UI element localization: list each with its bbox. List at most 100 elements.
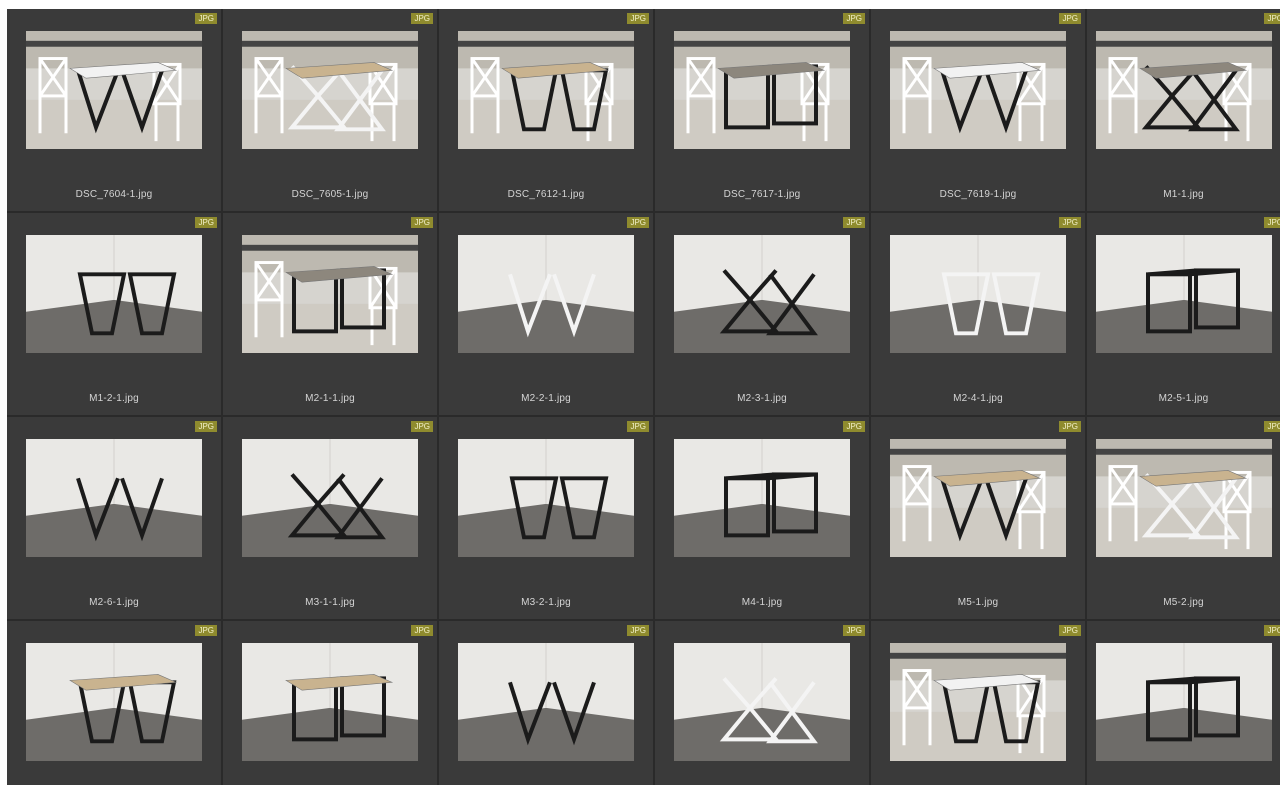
table-photo <box>1095 31 1272 149</box>
file-type-badge: JPG <box>195 13 217 24</box>
thumbnail-image <box>458 439 634 557</box>
file-type-badge: JPG <box>1059 421 1081 432</box>
thumbnail-tile[interactable]: JPG DSC_7612-1.jpg <box>439 9 653 211</box>
file-type-badge: JPG <box>627 13 649 24</box>
thumbnail-image <box>242 31 418 149</box>
thumbnail-tile[interactable]: JPG <box>439 621 653 785</box>
file-name-label: M2-4-1.jpg <box>953 393 1003 404</box>
thumbnail-image <box>674 643 850 761</box>
file-type-badge: JPG <box>411 421 433 432</box>
thumbnail-image <box>1095 439 1272 557</box>
thumbnail-image <box>458 31 634 149</box>
thumbnail-tile[interactable]: JPG <box>223 621 437 785</box>
thumbnail-tile[interactable]: JPG DSC_7617-1.jpg <box>655 9 869 211</box>
thumbnail-image <box>1095 31 1272 149</box>
table-photo <box>242 31 418 149</box>
file-name-label: DSC_7605-1.jpg <box>291 189 369 200</box>
table-photo <box>890 235 1066 353</box>
thumbnail-tile[interactable]: JPG DSC_7619-1.jpg <box>871 9 1085 211</box>
file-type-badge: JPG <box>411 217 433 228</box>
table-photo <box>890 643 1066 761</box>
thumbnail-image <box>674 31 850 149</box>
thumbnail-tile[interactable]: JPG M3-2-1.jpg <box>439 417 653 619</box>
table-photo <box>242 643 418 761</box>
file-name-label: M3-2-1.jpg <box>521 597 571 608</box>
file-type-badge: JPG <box>627 625 649 636</box>
table-photo <box>1095 235 1272 353</box>
file-name-label: DSC_7604-1.jpg <box>75 189 153 200</box>
thumbnail-tile[interactable]: JPG M2-6-1.jpg <box>7 417 221 619</box>
file-type-badge: JPG <box>1264 13 1280 24</box>
file-type-badge: JPG <box>195 625 217 636</box>
file-name-label: M2-1-1.jpg <box>305 393 355 404</box>
file-type-badge: JPG <box>1059 13 1081 24</box>
thumbnail-tile[interactable]: JPG M2-4-1.jpg <box>871 213 1085 415</box>
thumbnail-tile[interactable]: JPG <box>871 621 1085 785</box>
thumbnail-tile[interactable]: JPG M2-1-1.jpg <box>223 213 437 415</box>
file-type-badge: JPG <box>1264 421 1280 432</box>
thumbnail-image <box>26 235 202 353</box>
file-type-badge: JPG <box>1059 217 1081 228</box>
file-type-badge: JPG <box>1059 625 1081 636</box>
file-name-label: M5-2.jpg <box>1163 597 1204 608</box>
table-photo <box>1095 643 1272 761</box>
table-photo <box>26 643 202 761</box>
thumbnail-tile[interactable]: JPG <box>655 621 869 785</box>
table-photo <box>674 643 850 761</box>
thumbnail-tile[interactable]: JPG M2-3-1.jpg <box>655 213 869 415</box>
thumbnail-image <box>242 643 418 761</box>
thumbnail-image <box>890 235 1066 353</box>
thumbnail-tile[interactable]: JPG DSC_7605-1.jpg <box>223 9 437 211</box>
table-photo <box>26 235 202 353</box>
thumbnail-tile[interactable]: JPG M2-5-1.jpg <box>1087 213 1280 415</box>
thumbnail-tile[interactable]: JPG M5-2.jpg <box>1087 417 1280 619</box>
thumbnail-tile[interactable]: JPG M1-2-1.jpg <box>7 213 221 415</box>
file-type-badge: JPG <box>195 421 217 432</box>
file-name-label: DSC_7619-1.jpg <box>939 189 1017 200</box>
table-photo <box>458 31 634 149</box>
file-name-label: M1-1.jpg <box>1163 189 1204 200</box>
file-type-badge: JPG <box>843 421 865 432</box>
thumbnail-image <box>890 31 1066 149</box>
file-name-label: M5-1.jpg <box>957 597 999 608</box>
thumbnail-image <box>890 643 1066 761</box>
table-photo <box>890 31 1066 149</box>
thumbnail-image <box>26 31 202 149</box>
thumbnail-grid: JPG DSC_7604-1.jpg JPG DSC_7605-1.jpg JPG DSC… <box>7 9 1280 785</box>
thumbnail-tile[interactable]: JPG M2-2-1.jpg <box>439 213 653 415</box>
thumbnail-tile[interactable]: JPG M3-1-1.jpg <box>223 417 437 619</box>
file-name-label: M2-5-1.jpg <box>1158 393 1209 404</box>
file-type-badge: JPG <box>195 217 217 228</box>
table-photo <box>674 439 850 557</box>
table-photo <box>890 439 1066 557</box>
file-type-badge: JPG <box>1264 625 1280 636</box>
thumbnail-image <box>674 439 850 557</box>
table-photo <box>26 31 202 149</box>
thumbnail-tile[interactable]: JPG M1-1.jpg <box>1087 9 1280 211</box>
table-photo <box>674 235 850 353</box>
table-photo <box>242 439 418 557</box>
table-photo <box>458 643 634 761</box>
thumbnail-tile[interactable]: JPG DSC_7604-1.jpg <box>7 9 221 211</box>
file-type-badge: JPG <box>1264 217 1280 228</box>
table-photo <box>458 439 634 557</box>
table-photo <box>674 31 850 149</box>
thumbnail-image <box>890 439 1066 557</box>
file-name-label: DSC_7612-1.jpg <box>507 189 585 200</box>
file-type-badge: JPG <box>411 625 433 636</box>
thumbnail-tile[interactable]: JPG <box>1087 621 1280 785</box>
thumbnail-image <box>458 235 634 353</box>
thumbnail-image <box>674 235 850 353</box>
file-name-label: M2-3-1.jpg <box>737 393 787 404</box>
thumbnail-tile[interactable]: JPG <box>7 621 221 785</box>
thumbnail-tile[interactable]: JPG M4-1.jpg <box>655 417 869 619</box>
file-name-label: M1-2-1.jpg <box>89 393 139 404</box>
thumbnail-image <box>242 439 418 557</box>
file-name-label: DSC_7617-1.jpg <box>723 189 801 200</box>
table-photo <box>1095 439 1272 557</box>
file-type-badge: JPG <box>843 217 865 228</box>
table-photo <box>242 235 418 353</box>
thumbnail-tile[interactable]: JPG M5-1.jpg <box>871 417 1085 619</box>
thumbnail-image <box>26 439 202 557</box>
thumbnail-image <box>242 235 418 353</box>
